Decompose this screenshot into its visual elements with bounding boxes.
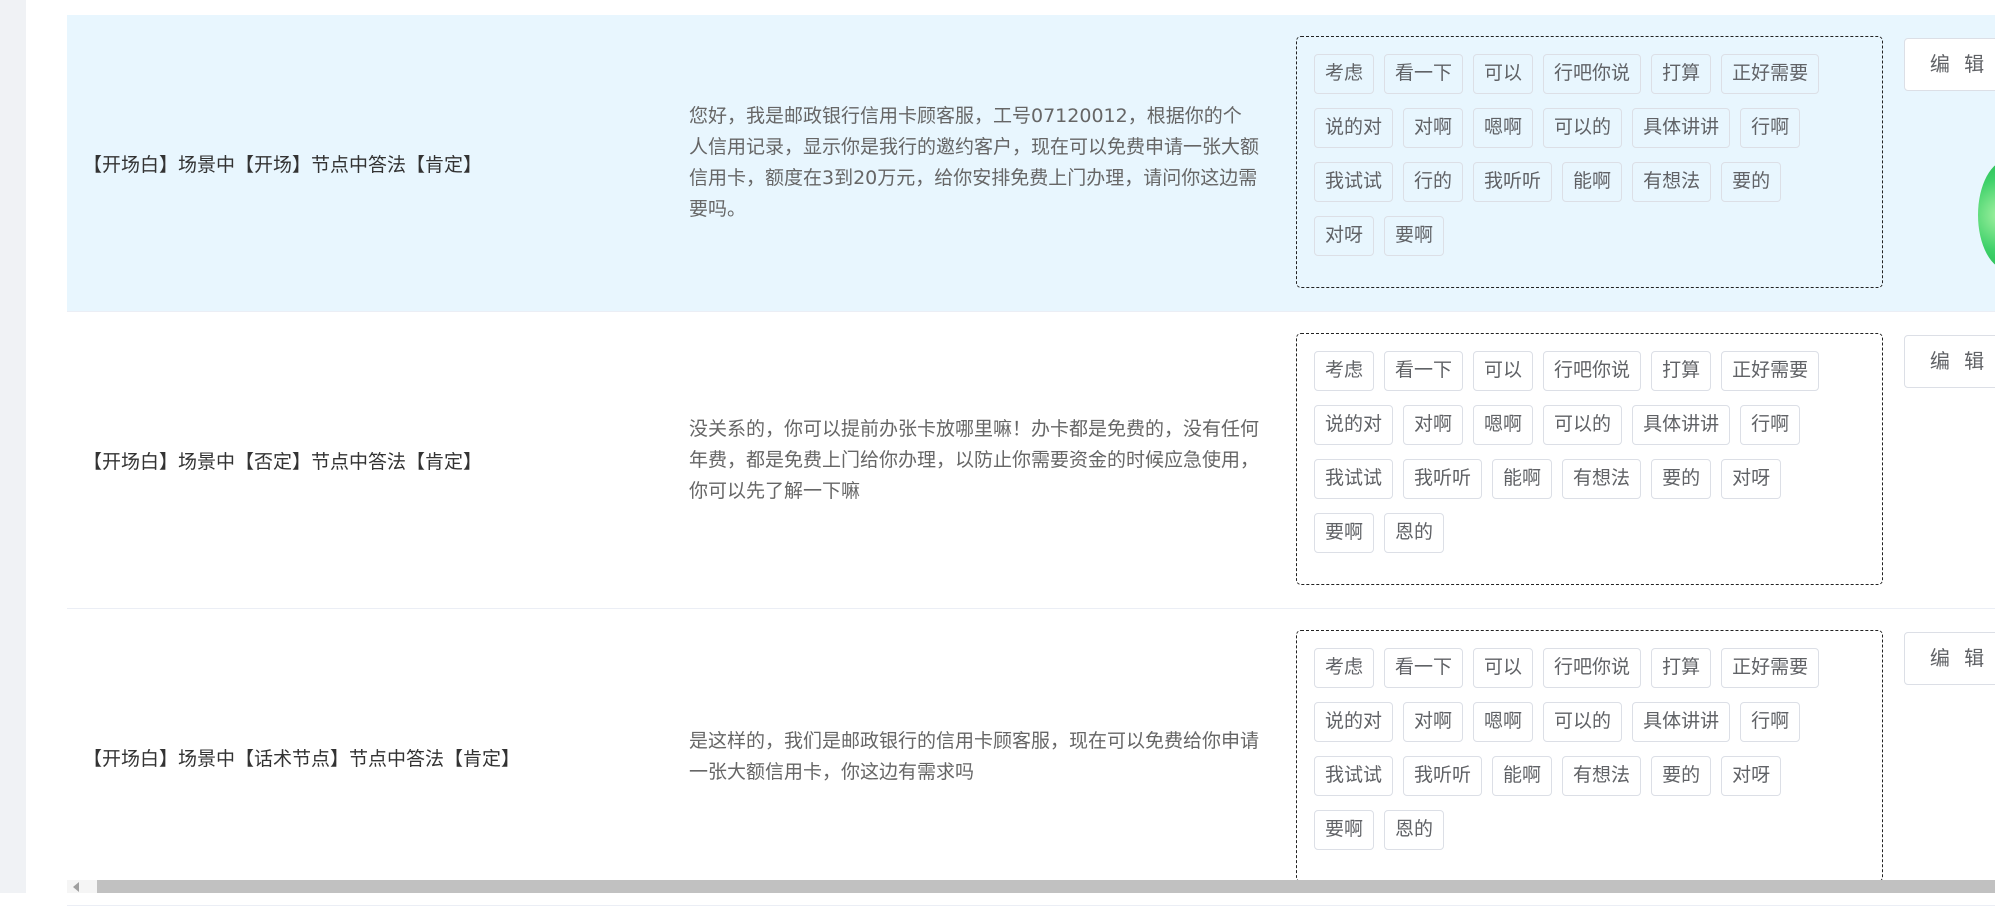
keyword-tag[interactable]: 恩的: [1384, 810, 1445, 850]
keyword-tag[interactable]: 打算: [1651, 648, 1712, 688]
keyword-tag[interactable]: 我听听: [1403, 459, 1483, 499]
keyword-tag[interactable]: 对呀: [1314, 216, 1375, 256]
keyword-tag[interactable]: 对啊: [1403, 702, 1464, 742]
keyword-tag[interactable]: 考虑: [1314, 351, 1375, 391]
keyword-tag[interactable]: 看一下: [1384, 648, 1464, 688]
row-title: 【开场白】场景中【话术节点】节点中答法【肯定】: [83, 747, 521, 770]
edit-button[interactable]: 编 辑: [1904, 38, 1995, 91]
keyword-tag[interactable]: 考虑: [1314, 648, 1375, 688]
keyword-tag[interactable]: 有想法: [1562, 756, 1642, 796]
row-title: 【开场白】场景中【开场】节点中答法【肯定】: [83, 153, 483, 176]
keyword-tag[interactable]: 行吧你说: [1543, 54, 1642, 94]
keyword-box: 考虑 看一下 可以 行吧你说 打算 正好需要 说的对 对啊 嗯啊 可以的 具体讲…: [1296, 333, 1883, 585]
keyword-tag[interactable]: 我试试: [1314, 459, 1394, 499]
keyword-tag[interactable]: 说的对: [1314, 108, 1394, 148]
keyword-tag[interactable]: 要啊: [1314, 513, 1375, 553]
keyword-box: 考虑 看一下 可以 行吧你说 打算 正好需要 说的对 对啊 嗯啊 可以的 具体讲…: [1296, 36, 1883, 288]
keyword-tag[interactable]: 要的: [1651, 756, 1712, 796]
keyword-tag[interactable]: 对啊: [1403, 108, 1464, 148]
keyword-tag[interactable]: 能啊: [1562, 162, 1623, 202]
scrollbar-thumb[interactable]: [97, 880, 1995, 893]
keyword-tag[interactable]: 行啊: [1740, 108, 1801, 148]
table-row: 【开场白】场景中【否定】节点中答法【肯定】 没关系的，你可以提前办张卡放哪里嘛！…: [67, 312, 1995, 609]
keyword-tag[interactable]: 正好需要: [1721, 54, 1820, 94]
keyword-tag[interactable]: 有想法: [1562, 459, 1642, 499]
row-script: 您好，我是邮政银行信用卡顾客服，工号07120012，根据你的个人信用记录，显示…: [689, 15, 1329, 311]
keyword-tag[interactable]: 看一下: [1384, 54, 1464, 94]
keyword-tag[interactable]: 行的: [1403, 162, 1464, 202]
keyword-tag[interactable]: 对啊: [1403, 405, 1464, 445]
keyword-tag[interactable]: 具体讲讲: [1632, 108, 1731, 148]
keyword-tag[interactable]: 我试试: [1314, 756, 1394, 796]
keyword-line: 说的对 对啊 嗯啊 可以的 具体讲讲 行啊: [1314, 405, 1882, 459]
keyword-tag[interactable]: 我听听: [1473, 162, 1553, 202]
keyword-tag[interactable]: 我听听: [1403, 756, 1483, 796]
table-row: 【开场白】场景中【话术节点】节点中答法【肯定】 是这样的，我们是邮政银行的信用卡…: [67, 609, 1995, 906]
keyword-tag[interactable]: 有想法: [1632, 162, 1712, 202]
keyword-line: 要啊 恩的: [1314, 810, 1882, 864]
keyword-tag[interactable]: 行吧你说: [1543, 648, 1642, 688]
keyword-tag[interactable]: 说的对: [1314, 702, 1394, 742]
keyword-tag[interactable]: 要啊: [1384, 216, 1445, 256]
keyword-tag[interactable]: 正好需要: [1721, 648, 1820, 688]
keyword-tag[interactable]: 对呀: [1721, 756, 1782, 796]
keyword-tag[interactable]: 打算: [1651, 54, 1712, 94]
horizontal-scrollbar[interactable]: [67, 880, 1995, 893]
keyword-tag[interactable]: 行啊: [1740, 702, 1801, 742]
keyword-tag[interactable]: 嗯啊: [1473, 108, 1534, 148]
answer-table: 【开场白】场景中【开场】节点中答法【肯定】 您好，我是邮政银行信用卡顾客服，工号…: [67, 0, 1995, 906]
keyword-tag[interactable]: 正好需要: [1721, 351, 1820, 391]
keyword-tag[interactable]: 可以的: [1543, 405, 1623, 445]
row-script-text: 没关系的，你可以提前办张卡放哪里嘛！办卡都是免费的，没有任何年费，都是免费上门给…: [689, 417, 1260, 502]
keyword-tag[interactable]: 恩的: [1384, 513, 1445, 553]
keyword-tag[interactable]: 可以: [1473, 351, 1534, 391]
keyword-tag[interactable]: 对呀: [1721, 459, 1782, 499]
keyword-tag[interactable]: 行吧你说: [1543, 351, 1642, 391]
keyword-line: 说的对 对啊 嗯啊 可以的 具体讲讲 行啊: [1314, 702, 1882, 756]
keyword-tag[interactable]: 打算: [1651, 351, 1712, 391]
row-title: 【开场白】场景中【否定】节点中答法【肯定】: [83, 450, 483, 473]
row-script-text: 是这样的，我们是邮政银行的信用卡顾客服，现在可以免费给你申请一张大额信用卡，你这…: [689, 730, 1260, 783]
keyword-tag[interactable]: 可以: [1473, 648, 1534, 688]
keyword-line: 我试试 我听听 能啊 有想法 要的 对呀: [1314, 756, 1882, 810]
keyword-tag[interactable]: 看一下: [1384, 351, 1464, 391]
table-top-row: [67, 0, 1995, 16]
keyword-tag[interactable]: 具体讲讲: [1632, 405, 1731, 445]
keyword-line: 要啊 恩的: [1314, 513, 1882, 567]
row-script: 没关系的，你可以提前办张卡放哪里嘛！办卡都是免费的，没有任何年费，都是免费上门给…: [689, 312, 1329, 608]
row-script: 是这样的，我们是邮政银行的信用卡顾客服，现在可以免费给你申请一张大额信用卡，你这…: [689, 609, 1329, 905]
table-row: 【开场白】场景中【开场】节点中答法【肯定】 您好，我是邮政银行信用卡顾客服，工号…: [67, 15, 1995, 312]
keyword-tag[interactable]: 能啊: [1492, 459, 1553, 499]
scroll-left-arrow-icon[interactable]: [73, 882, 79, 892]
keyword-tag[interactable]: 嗯啊: [1473, 702, 1534, 742]
keyword-line: 我试试 行的 我听听 能啊 有想法 要的: [1314, 162, 1882, 216]
keyword-line: 考虑 看一下 可以 行吧你说 打算 正好需要: [1314, 54, 1882, 108]
edit-button[interactable]: 编 辑: [1904, 632, 1995, 685]
keyword-box: 考虑 看一下 可以 行吧你说 打算 正好需要 说的对 对啊 嗯啊 可以的 具体讲…: [1296, 630, 1883, 882]
keyword-tag[interactable]: 可以的: [1543, 108, 1623, 148]
keyword-tag[interactable]: 具体讲讲: [1632, 702, 1731, 742]
keyword-line: 对呀 要啊: [1314, 216, 1882, 270]
keyword-tag[interactable]: 说的对: [1314, 405, 1394, 445]
keyword-tag[interactable]: 考虑: [1314, 54, 1375, 94]
left-gutter: [0, 0, 26, 893]
edit-button[interactable]: 编 辑: [1904, 335, 1995, 388]
keyword-tag[interactable]: 可以的: [1543, 702, 1623, 742]
row-script-text: 您好，我是邮政银行信用卡顾客服，工号07120012，根据你的个人信用记录，显示…: [689, 105, 1260, 220]
keyword-tag[interactable]: 可以: [1473, 54, 1534, 94]
keyword-line: 考虑 看一下 可以 行吧你说 打算 正好需要: [1314, 351, 1882, 405]
keyword-tag[interactable]: 能啊: [1492, 756, 1553, 796]
keyword-tag[interactable]: 我试试: [1314, 162, 1394, 202]
keyword-line: 考虑 看一下 可以 行吧你说 打算 正好需要: [1314, 648, 1882, 702]
keyword-line: 我试试 我听听 能啊 有想法 要的 对呀: [1314, 459, 1882, 513]
keyword-line: 说的对 对啊 嗯啊 可以的 具体讲讲 行啊: [1314, 108, 1882, 162]
keyword-tag[interactable]: 行啊: [1740, 405, 1801, 445]
keyword-tag[interactable]: 嗯啊: [1473, 405, 1534, 445]
keyword-tag[interactable]: 要啊: [1314, 810, 1375, 850]
keyword-tag[interactable]: 要的: [1651, 459, 1712, 499]
keyword-tag[interactable]: 要的: [1721, 162, 1782, 202]
